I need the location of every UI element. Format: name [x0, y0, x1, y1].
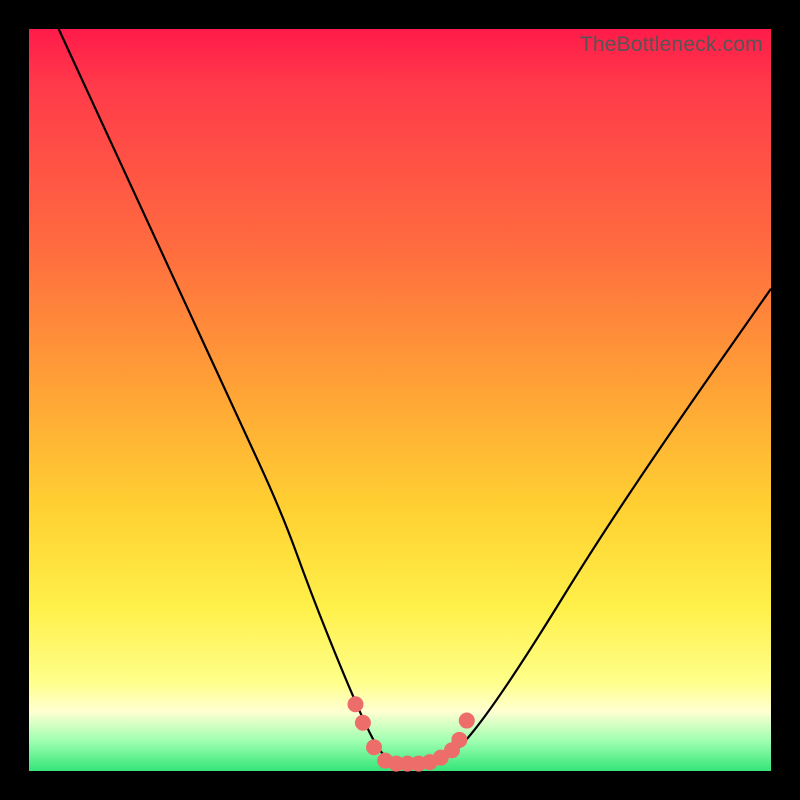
highlight-dots: [347, 696, 474, 771]
highlight-dot: [347, 696, 363, 712]
plot-area: TheBottleneck.com: [29, 29, 771, 771]
chart-frame: TheBottleneck.com: [0, 0, 800, 800]
bottleneck-curve: [59, 29, 771, 764]
highlight-dot: [459, 713, 475, 729]
bottleneck-curve-svg: [29, 29, 771, 771]
highlight-dot: [366, 739, 382, 755]
highlight-dot: [355, 715, 371, 731]
highlight-dot: [451, 732, 467, 748]
